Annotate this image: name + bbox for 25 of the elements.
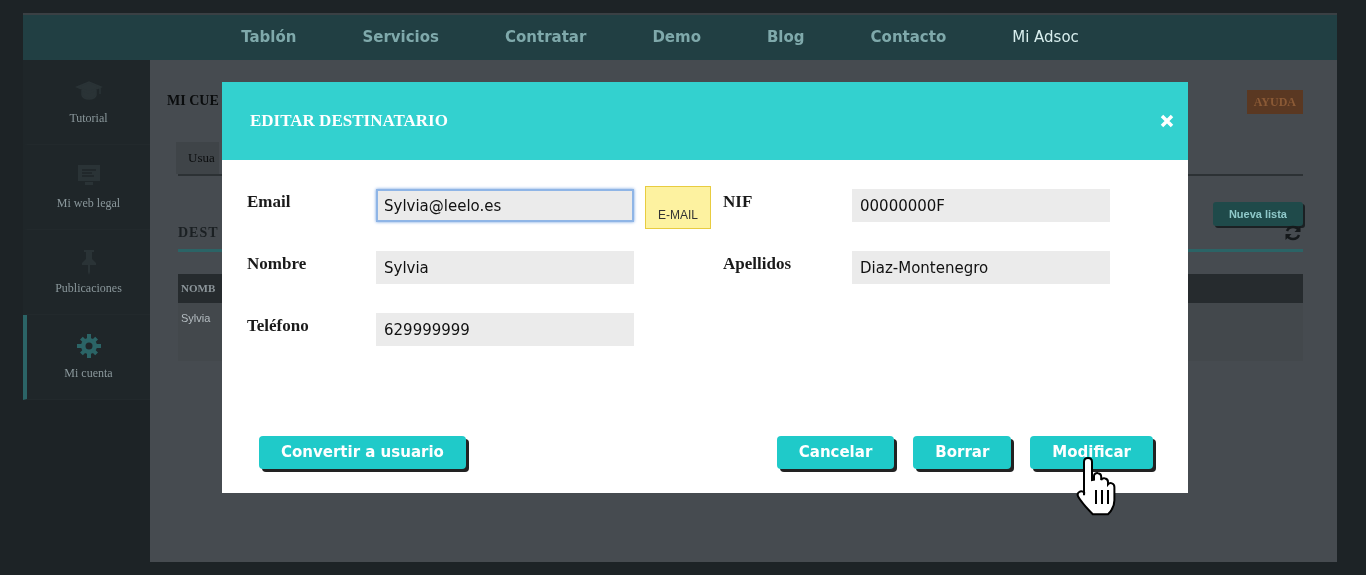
- nav-link[interactable]: Servicios: [329, 26, 472, 49]
- table-cell: Sylvia: [181, 311, 211, 324]
- close-icon[interactable]: [1160, 114, 1174, 128]
- tooltip: E-MAIL: [645, 186, 711, 229]
- sidebar-item[interactable]: Mi cuenta: [23, 315, 150, 400]
- input-field[interactable]: 629999999: [376, 313, 634, 346]
- field-label: Teléfono: [247, 315, 310, 337]
- input-field[interactable]: Sylvia: [376, 251, 634, 284]
- field-label: NIF: [723, 191, 754, 213]
- gear-icon: [74, 332, 103, 360]
- nav-link[interactable]: Contratar: [472, 26, 620, 49]
- nav-link[interactable]: Tablón: [208, 26, 330, 49]
- page-title: MI CUE: [167, 92, 219, 110]
- nav-link[interactable]: Mi Adsoc: [979, 26, 1112, 49]
- modal-title: EDITAR DESTINATARIO: [250, 110, 448, 133]
- nav-link[interactable]: Demo: [619, 26, 734, 49]
- nav-link[interactable]: Blog: [733, 26, 838, 49]
- field-label: Email: [247, 191, 292, 213]
- input-field[interactable]: 00000000F: [852, 189, 1110, 222]
- field-label: Nombre: [247, 253, 308, 275]
- input-field[interactable]: Diaz-Montenegro: [852, 251, 1110, 284]
- new-list-button[interactable]: Nueva lista: [1212, 201, 1303, 226]
- field-label: Apellidos: [723, 253, 793, 275]
- nav-link[interactable]: Contacto: [837, 26, 980, 49]
- input-field[interactable]: Sylvia@leelo.es: [376, 189, 634, 222]
